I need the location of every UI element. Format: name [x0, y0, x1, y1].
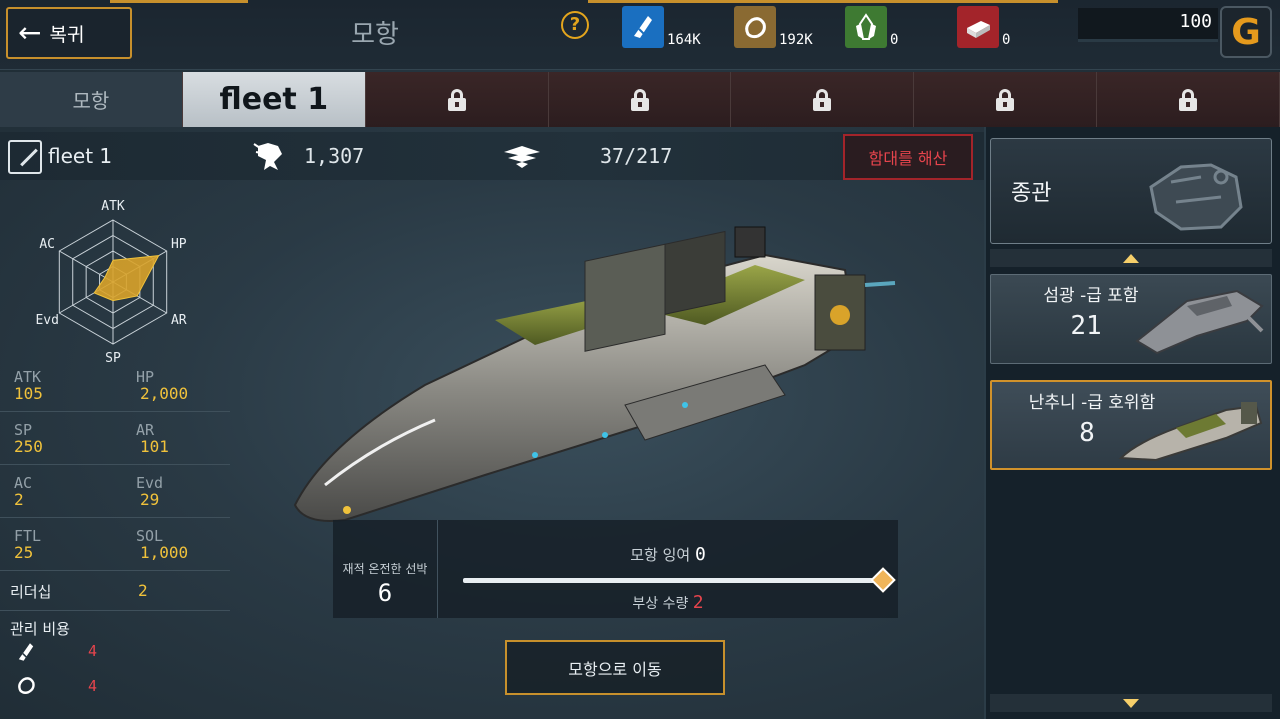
tab-locked[interactable] [1097, 72, 1280, 127]
scroll-up-button[interactable] [990, 249, 1272, 267]
surplus-value: 0 [694, 544, 706, 565]
lightning-icon [14, 640, 38, 669]
page-title: 모항 [351, 20, 399, 50]
disband-fleet-button[interactable]: 함대를 해산 [843, 134, 973, 180]
divider [0, 610, 230, 611]
radar-label: ATK [101, 199, 125, 214]
power-fist-icon [252, 140, 288, 179]
damaged-label: 부상 수량 [632, 596, 689, 612]
tab-fleet-1[interactable]: fleet 1 [182, 72, 366, 127]
stat-value: 105 [14, 384, 43, 403]
stat-value: 101 [140, 437, 169, 456]
surplus-label: 모항 잉여 [630, 546, 691, 564]
stat-value: 2,000 [140, 384, 189, 403]
resource-alloy[interactable]: 0 [957, 4, 1010, 48]
divider [0, 517, 230, 518]
fleet-info-bar [0, 132, 984, 180]
surplus-text: 모항 잉여 0 [438, 544, 898, 565]
radar-value-area [93, 255, 160, 302]
gunboat-ship-icon [1135, 289, 1264, 355]
resource-value: 0 [890, 32, 899, 48]
resource-value: 164K [667, 32, 701, 48]
flagship-slot[interactable]: 종관 [990, 138, 1272, 244]
leadership-value: 2 [138, 581, 148, 600]
flagship-silhouette-icon [1149, 163, 1243, 231]
back-arrow-icon: ← [18, 16, 42, 49]
move-to-home-button[interactable]: 모항으로 이동 [505, 640, 725, 695]
allocation-panel: 모항 잉여 0 부상 수량 2 [438, 520, 898, 618]
divider [0, 570, 230, 571]
ready-ships-panel: 재적 온전한 선박 6 [333, 520, 438, 618]
arrow-down-icon [1123, 698, 1139, 708]
ship-illustration [293, 226, 896, 522]
stat-value: 2 [14, 490, 24, 509]
edit-name-icon[interactable] [8, 140, 42, 174]
resource-lightning[interactable]: 164K [622, 4, 701, 48]
lock-icon [1179, 88, 1198, 111]
ore-icon [14, 673, 38, 702]
gold-shop-icon[interactable]: G [1220, 6, 1272, 58]
ship-count-icon [502, 142, 542, 177]
lock-icon [813, 88, 832, 111]
resource-crystal[interactable]: 0 [845, 4, 898, 48]
scroll-down-button[interactable] [990, 694, 1272, 712]
crystal-resource-icon [845, 6, 887, 48]
ready-ships-value: 6 [377, 579, 393, 607]
tab-locked[interactable] [548, 72, 732, 127]
fleet-name: fleet 1 [48, 144, 113, 168]
stat-value: 25 [14, 543, 34, 562]
resource-value: 0 [1002, 32, 1011, 48]
back-button[interactable]: ← 복귀 [6, 7, 132, 59]
tab-locked[interactable] [365, 72, 549, 127]
allocation-slider-thumb[interactable] [870, 567, 896, 593]
gold-counter: 100 [1078, 8, 1218, 42]
resource-ore[interactable]: 192K [734, 4, 813, 48]
lightning-resource-icon [622, 6, 664, 48]
fleet-tabs: 모항 fleet 1 [0, 72, 1280, 127]
allocation-slider-track[interactable] [463, 578, 883, 583]
damaged-value: 2 [692, 592, 704, 613]
frigate-ship-icon [1118, 402, 1263, 462]
radar-label: Evd [35, 313, 58, 328]
fleet-power: 1,307 [304, 144, 365, 168]
top-accent-line [588, 0, 1058, 3]
flagship-label: 종관 [1011, 181, 1052, 206]
divider [0, 464, 230, 465]
stat-value: 1,000 [140, 543, 189, 562]
ship-card[interactable]: 섬광 -급 포함 21 [990, 274, 1272, 364]
resource-value: 192K [779, 32, 813, 48]
radar-label: AC [39, 237, 55, 252]
damaged-text: 부상 수량 2 [438, 592, 898, 613]
divider [0, 411, 230, 412]
lock-icon [996, 88, 1015, 111]
help-icon[interactable]: ? [561, 11, 589, 39]
tab-locked[interactable] [914, 72, 1098, 127]
gold-value: 100 [1179, 11, 1212, 32]
upkeep-label: 관리 비용 [10, 620, 70, 638]
ready-ships-label: 재적 온전한 선박 [342, 562, 428, 576]
top-accent-line [110, 0, 248, 3]
radar-label: SP [105, 351, 121, 362]
lock-icon [630, 88, 649, 111]
upkeep-ore-value: 4 [88, 677, 98, 695]
tab-home[interactable]: 모항 [0, 72, 183, 127]
stat-value: 250 [14, 437, 43, 456]
stat-value: 29 [140, 490, 160, 509]
lock-icon [447, 88, 466, 111]
leadership-label: 리더십 [10, 583, 52, 601]
fleet-ship-count: 37/217 [600, 144, 673, 168]
stats-radar-chart: ATK HP AR SP Evd AC [35, 199, 187, 362]
radar-label: AR [171, 313, 187, 328]
radar-label: HP [171, 237, 187, 252]
upkeep-lightning-value: 4 [88, 642, 98, 660]
tab-locked[interactable] [731, 72, 915, 127]
ore-resource-icon [734, 6, 776, 48]
ship-card-selected[interactable]: 난추니 -급 호위함 8 [990, 380, 1272, 470]
alloy-resource-icon [957, 6, 999, 48]
back-label: 복귀 [49, 23, 85, 46]
arrow-up-icon [1123, 253, 1139, 263]
